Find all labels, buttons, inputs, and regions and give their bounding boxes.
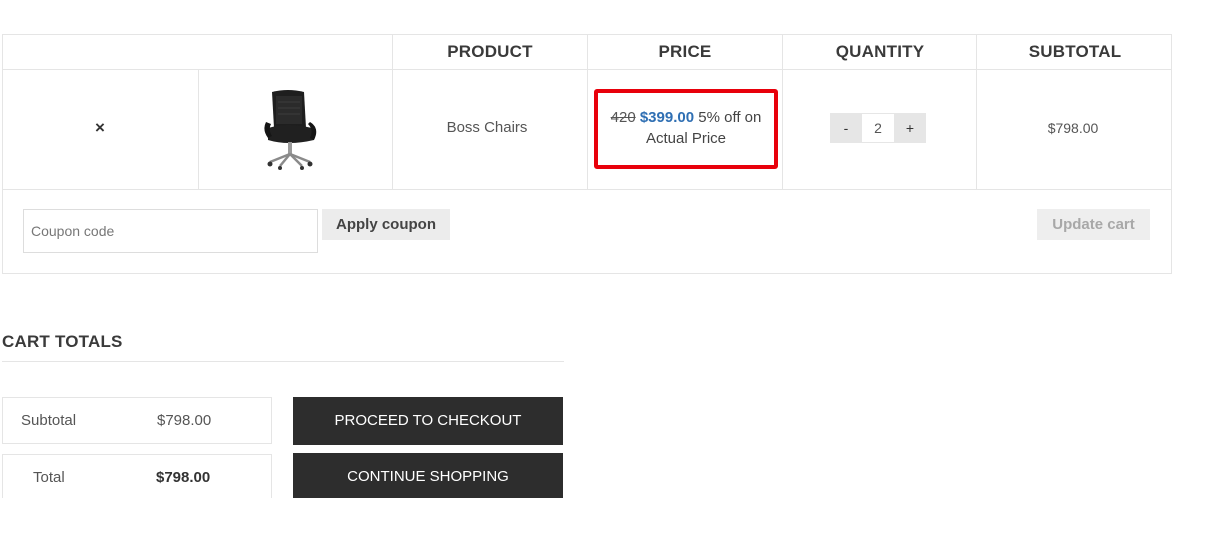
subtotal-label: Subtotal bbox=[21, 412, 77, 429]
coupon-code-input[interactable] bbox=[23, 209, 318, 253]
divider bbox=[2, 361, 564, 362]
update-cart-button[interactable]: Update cart bbox=[1037, 209, 1150, 240]
total-row: Total $798.00 bbox=[2, 454, 272, 498]
qty-input[interactable]: 2 bbox=[862, 113, 894, 143]
total-label: Total bbox=[33, 469, 65, 486]
quantity-stepper: - 2 + bbox=[830, 113, 926, 143]
price-cell: 420 $399.00 5% off on Actual Price bbox=[598, 107, 774, 149]
product-name-link[interactable]: Boss Chairs bbox=[390, 119, 584, 136]
subtotal-value: $798.00 bbox=[157, 412, 212, 429]
qty-increase-button[interactable]: + bbox=[894, 113, 926, 143]
header-quantity: QUANTITY bbox=[835, 42, 925, 61]
continue-shopping-button[interactable]: CONTINUE SHOPPING bbox=[293, 453, 563, 498]
proceed-to-checkout-button[interactable]: PROCEED TO CHECKOUT bbox=[293, 397, 563, 445]
sale-price: $399.00 bbox=[639, 109, 695, 126]
remove-item-icon[interactable]: × bbox=[90, 118, 110, 138]
total-value: $798.00 bbox=[156, 469, 211, 486]
subtotal-row: Subtotal $798.00 bbox=[2, 397, 272, 444]
chair-thumbnail[interactable] bbox=[258, 88, 324, 170]
header-product: PRODUCT bbox=[447, 42, 533, 61]
qty-decrease-button[interactable]: - bbox=[830, 113, 862, 143]
cart-totals-title: CART TOTALS bbox=[2, 332, 123, 351]
item-subtotal: $798.00 bbox=[1047, 120, 1099, 136]
original-price: 420 bbox=[610, 109, 636, 126]
header-price: PRICE bbox=[658, 42, 712, 61]
apply-coupon-button[interactable]: Apply coupon bbox=[322, 209, 450, 240]
header-subtotal: SUBTOTAL bbox=[1028, 42, 1122, 61]
